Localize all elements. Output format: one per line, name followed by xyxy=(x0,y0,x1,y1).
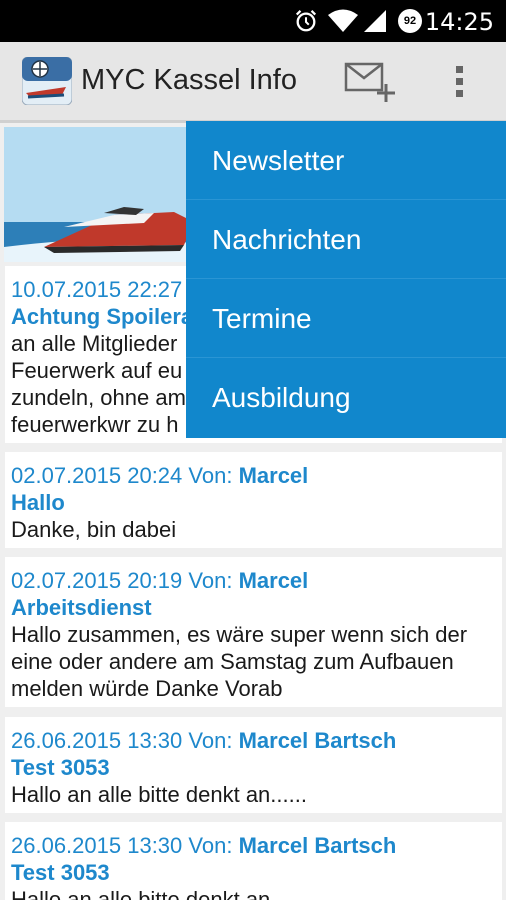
list-item[interactable]: 02.07.2015 20:24 Von: Marcel Hallo Danke… xyxy=(5,452,502,548)
message-date: 26.06.2015 13:30 xyxy=(11,728,183,753)
overflow-menu-icon[interactable] xyxy=(450,64,470,100)
message-meta: 02.07.2015 20:19 Von: Marcel xyxy=(11,567,502,594)
message-body-line: melden würde Danke Vorab xyxy=(11,676,283,701)
message-author: Marcel xyxy=(238,568,309,593)
overflow-menu: Newsletter Nachrichten Termine Ausbildun… xyxy=(186,121,506,438)
message-title: Test 3053 xyxy=(11,860,110,885)
app-logo-icon[interactable] xyxy=(22,57,72,105)
message-author: Marcel Bartsch xyxy=(238,833,397,858)
from-label: Von: xyxy=(188,728,233,753)
message-date: 26.06.2015 13:30 xyxy=(11,833,183,858)
message-title: Hallo xyxy=(11,490,65,515)
menu-item-termine[interactable]: Termine xyxy=(186,279,506,358)
message-title: Test 3053 xyxy=(11,755,110,780)
from-label: Von: xyxy=(188,833,233,858)
message-body-line: Hallo an alle bitte denkt an...... xyxy=(11,887,307,900)
message-author: Marcel Bartsch xyxy=(238,728,397,753)
from-label: Von: xyxy=(188,568,233,593)
message-meta: 02.07.2015 20:24 Von: Marcel xyxy=(11,462,502,489)
battery-icon: 92 xyxy=(398,9,422,33)
message-meta: 26.06.2015 13:30 Von: Marcel Bartsch xyxy=(11,832,502,859)
list-item[interactable]: 26.06.2015 13:30 Von: Marcel Bartsch Tes… xyxy=(5,717,502,813)
clock: 14:25 xyxy=(424,8,494,36)
message-body-line: Danke, bin dabei xyxy=(11,517,177,542)
from-label: Von: xyxy=(188,463,233,488)
wifi-icon xyxy=(328,9,358,32)
app-title: MYC Kassel Info xyxy=(81,64,297,96)
new-message-icon[interactable] xyxy=(342,60,400,106)
message-body-line: eine oder andere am Samstag zum Aufbauen xyxy=(11,649,454,674)
alarm-icon xyxy=(295,10,317,32)
status-bar: 92 14:25 xyxy=(0,0,506,42)
list-item[interactable]: 02.07.2015 20:19 Von: Marcel Arbeitsdien… xyxy=(5,557,502,707)
message-date: 02.07.2015 20:24 xyxy=(11,463,183,488)
message-body-line: Hallo an alle bitte denkt an...... xyxy=(11,782,307,807)
menu-item-nachrichten[interactable]: Nachrichten xyxy=(186,200,506,279)
signal-icon xyxy=(364,10,386,32)
message-meta: 26.06.2015 13:30 Von: Marcel Bartsch xyxy=(11,727,502,754)
message-author: Marcel xyxy=(238,463,309,488)
menu-item-newsletter[interactable]: Newsletter xyxy=(186,121,506,200)
message-title: Arbeitsdienst xyxy=(11,595,152,620)
message-date: 02.07.2015 20:19 xyxy=(11,568,183,593)
menu-item-ausbildung[interactable]: Ausbildung xyxy=(186,358,506,437)
message-body-line: Hallo zusammen, es wäre super wenn sich … xyxy=(11,622,468,647)
action-bar: MYC Kassel Info xyxy=(0,42,506,123)
list-item[interactable]: 26.06.2015 13:30 Von: Marcel Bartsch Tes… xyxy=(5,822,502,900)
